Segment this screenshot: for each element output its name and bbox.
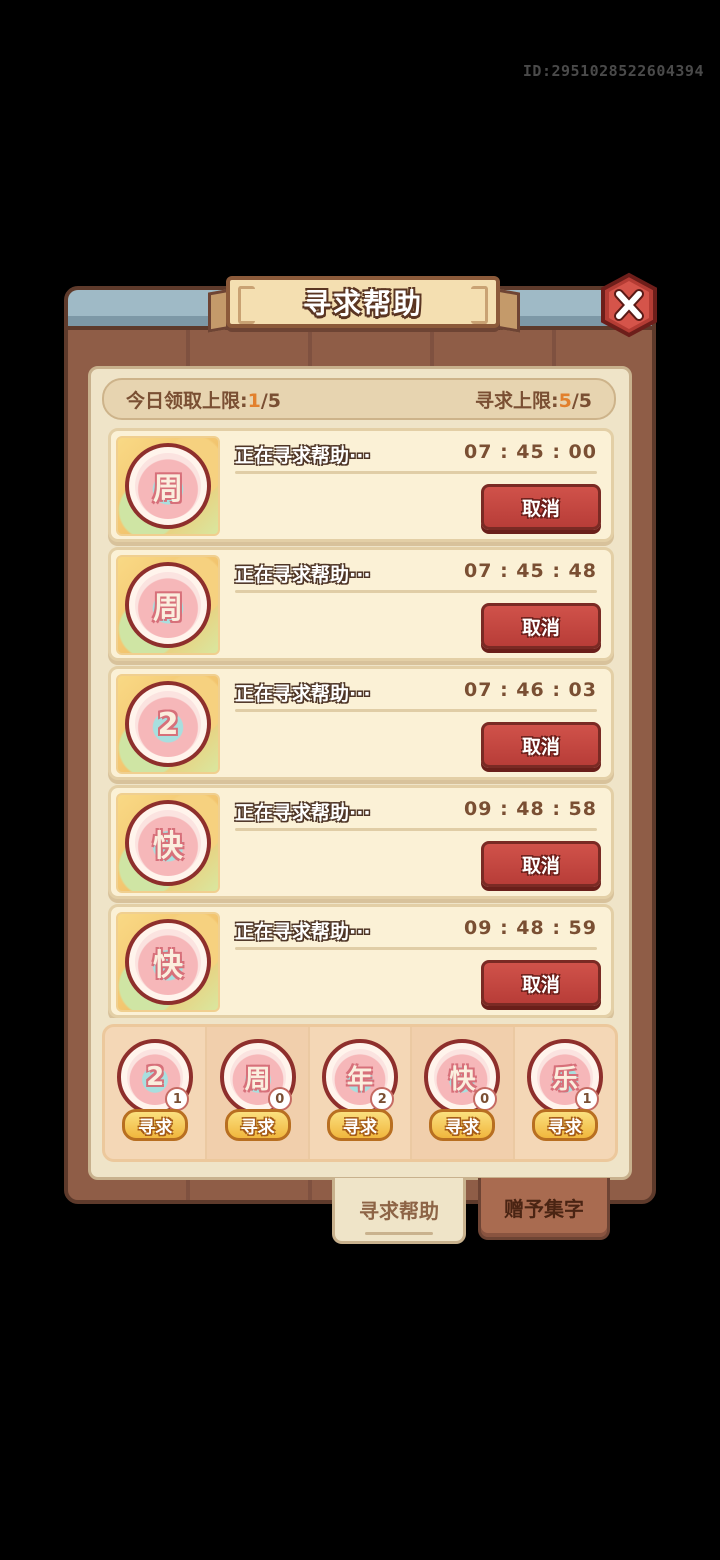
countdown-timer: 09 : 48 : 58 — [464, 798, 597, 820]
seek-limit-current: 5 — [558, 389, 572, 412]
char-card-thumb: 快 — [116, 793, 220, 893]
title-ribbon: 寻求帮助 — [226, 276, 500, 328]
tab-seek-help-label: 寻求帮助 — [359, 1199, 439, 1223]
divider — [235, 590, 597, 593]
user-id-label: ID:2951028522604394 — [522, 62, 704, 80]
daily-claim-label: 今日领取上限: — [126, 389, 248, 412]
char-badge-icon: 快 — [125, 919, 211, 1005]
close-button[interactable] — [598, 272, 660, 338]
help-status-label: 正在寻求帮助··· — [235, 802, 371, 824]
limits-bar: 今日领取上限:1/5 寻求上限:5/5 — [102, 378, 616, 420]
seek-button-label: 寻求 — [343, 1117, 378, 1138]
cancel-button[interactable]: 取消 — [481, 722, 601, 768]
help-request-item: 2 正在寻求帮助··· 07 : 46 : 03 取消 — [108, 666, 614, 780]
badge-char: 周 — [153, 591, 183, 626]
cancel-button[interactable]: 取消 — [481, 484, 601, 530]
badge-char: 周 — [244, 1064, 271, 1095]
tab-gift-chars[interactable]: 赠予集字 — [478, 1178, 610, 1240]
char-badge-icon: 快 — [125, 800, 211, 886]
cancel-button-label: 取消 — [521, 735, 560, 758]
char-card-thumb: 周 — [116, 436, 220, 536]
daily-claim-current: 1 — [247, 389, 261, 412]
char-count-badge: 2 — [370, 1087, 395, 1111]
badge-char: 快 — [153, 829, 183, 864]
char-card-thumb: 2 — [116, 674, 220, 774]
seek-limit-label: 寻求上限: — [474, 389, 559, 412]
cancel-button-label: 取消 — [521, 497, 560, 520]
countdown-timer: 07 : 46 : 03 — [464, 679, 597, 701]
char-card-thumb: 周 — [116, 555, 220, 655]
help-status-label: 正在寻求帮助··· — [235, 921, 371, 943]
divider — [235, 471, 597, 474]
countdown-timer: 09 : 48 : 59 — [464, 917, 597, 939]
collection-tray: 2 1 寻求 周 0 寻求 年 2 寻求 快 0 寻求 乐 1 寻求 — [102, 1024, 618, 1162]
seek-limit-total: /5 — [571, 389, 592, 412]
tab-active-indicator — [365, 1232, 433, 1235]
close-x-icon — [601, 272, 657, 338]
panel-title: 寻求帮助 — [302, 287, 423, 320]
badge-char: 快 — [153, 948, 183, 983]
countdown-timer: 07 : 45 : 00 — [464, 441, 597, 463]
cancel-button[interactable]: 取消 — [481, 960, 601, 1006]
seek-button[interactable]: 寻求 — [122, 1109, 189, 1141]
seek-button-label: 寻求 — [138, 1117, 173, 1138]
help-status-label: 正在寻求帮助··· — [235, 445, 371, 467]
help-request-item: 周 正在寻求帮助··· 07 : 45 : 00 取消 — [108, 428, 614, 542]
badge-char: 2 — [146, 1062, 165, 1092]
collection-slot: 年 2 寻求 — [310, 1027, 413, 1159]
badge-char: 乐 — [551, 1064, 578, 1095]
countdown-timer: 07 : 45 : 48 — [464, 560, 597, 582]
char-count-badge: 0 — [267, 1087, 292, 1111]
collection-slot: 周 0 寻求 — [207, 1027, 310, 1159]
collection-slot: 乐 1 寻求 — [515, 1027, 615, 1159]
cancel-button[interactable]: 取消 — [481, 841, 601, 887]
seek-button[interactable]: 寻求 — [224, 1109, 291, 1141]
cancel-button[interactable]: 取消 — [481, 603, 601, 649]
char-badge-icon: 周 — [125, 562, 211, 648]
char-count-badge: 0 — [472, 1087, 497, 1111]
collection-slot: 2 1 寻求 — [105, 1027, 208, 1159]
divider — [235, 709, 597, 712]
char-card-thumb: 快 — [116, 912, 220, 1012]
char-badge-icon: 周 — [125, 443, 211, 529]
help-request-item: 快 正在寻求帮助··· 09 : 48 : 59 取消 — [108, 904, 614, 1018]
seek-button-label: 寻求 — [547, 1117, 582, 1138]
cancel-button-label: 取消 — [521, 854, 560, 877]
badge-char: 快 — [449, 1064, 476, 1095]
daily-claim-total: /5 — [260, 389, 282, 412]
char-count-badge: 1 — [575, 1087, 600, 1111]
char-count-badge: 1 — [165, 1087, 190, 1111]
help-request-item: 快 正在寻求帮助··· 09 : 48 : 58 取消 — [108, 785, 614, 899]
seek-limit: 寻求上限:5/5 — [475, 386, 592, 413]
cancel-button-label: 取消 — [521, 973, 560, 996]
badge-char: 2 — [157, 706, 179, 742]
help-request-list[interactable]: 周 正在寻求帮助··· 07 : 45 : 00 取消 周 正在寻求帮助··· … — [108, 428, 614, 1018]
seek-button[interactable]: 寻求 — [531, 1109, 598, 1141]
badge-char: 年 — [347, 1064, 374, 1095]
divider — [235, 828, 597, 831]
help-status-label: 正在寻求帮助··· — [235, 564, 371, 586]
seek-button-label: 寻求 — [240, 1117, 275, 1138]
seek-button-label: 寻求 — [445, 1117, 480, 1138]
daily-claim-limit: 今日领取上限:1/5 — [126, 386, 281, 413]
char-badge-icon: 2 — [125, 681, 211, 767]
help-status-label: 正在寻求帮助··· — [235, 683, 371, 705]
seek-button[interactable]: 寻求 — [429, 1109, 496, 1141]
divider — [235, 947, 597, 950]
collection-slot: 快 0 寻求 — [412, 1027, 515, 1159]
badge-char: 周 — [153, 472, 183, 507]
seek-button[interactable]: 寻求 — [327, 1109, 394, 1141]
tab-seek-help[interactable]: 寻求帮助 — [332, 1178, 466, 1244]
help-request-item: 周 正在寻求帮助··· 07 : 45 : 48 取消 — [108, 547, 614, 661]
cancel-button-label: 取消 — [521, 616, 560, 639]
tab-gift-chars-label: 赠予集字 — [504, 1197, 584, 1221]
